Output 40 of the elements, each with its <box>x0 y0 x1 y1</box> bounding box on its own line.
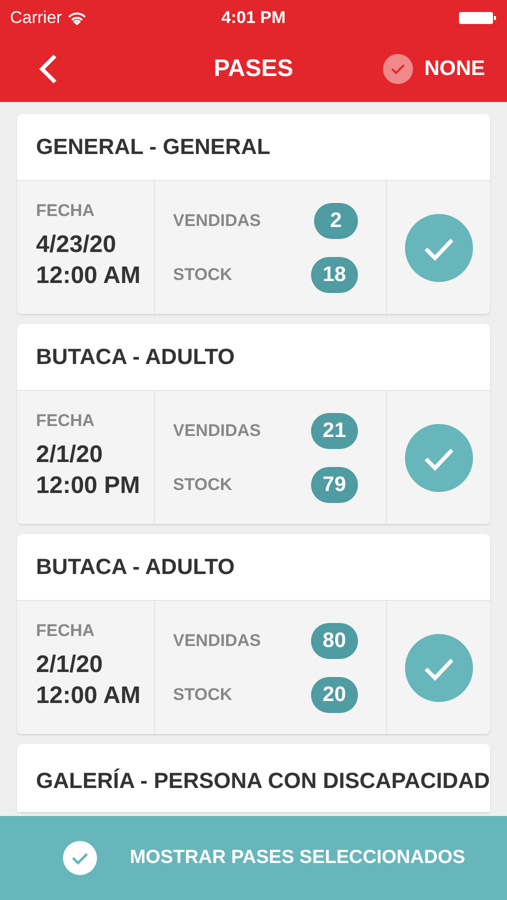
date-label: FECHA <box>36 621 96 641</box>
pass-time: 12:00 AM <box>36 681 142 711</box>
pass-date: 4/23/20 <box>36 230 118 260</box>
date-label: FECHA <box>36 201 96 221</box>
stock-count: 79 <box>310 466 358 502</box>
pass-date: 2/1/20 <box>36 650 104 680</box>
stock-count: 18 <box>310 256 358 292</box>
check-icon <box>62 840 98 876</box>
stock-label: STOCK <box>173 684 232 704</box>
battery-icon <box>459 11 497 25</box>
sold-count: 21 <box>310 412 358 448</box>
pass-card[interactable]: GENERAL - GENERAL FECHA 4/23/20 12:00 AM VENDIDAS 2 STOCK 18 <box>17 114 490 314</box>
pass-card[interactable]: BUTACA - ADULTO FECHA 2/1/20 12:00 AM VENDIDAS 80 STOCK 20 <box>17 534 490 734</box>
stock-count: 20 <box>310 676 358 712</box>
screen-title: PASES <box>214 55 294 83</box>
date-label: FECHA <box>36 411 96 431</box>
pass-time: 12:00 PM <box>36 471 142 501</box>
check-icon[interactable] <box>404 632 474 702</box>
pass-card[interactable]: GALERÍA - PERSONA CON DISCAPACIDAD <box>17 744 490 812</box>
sold-label: VENDIDAS <box>173 630 261 650</box>
pass-card[interactable]: BUTACA - ADULTO FECHA 2/1/20 12:00 PM VENDIDAS 21 STOCK 79 <box>17 324 490 524</box>
pass-time: 12:00 AM <box>36 261 142 291</box>
stock-label: STOCK <box>173 474 232 494</box>
carrier-label: Carrier <box>10 8 62 28</box>
pass-title: BUTACA - ADULTO <box>35 343 236 371</box>
pass-title: GENERAL - GENERAL <box>35 133 272 161</box>
sold-label: VENDIDAS <box>173 420 261 440</box>
sold-count: 2 <box>314 202 358 238</box>
stock-label: STOCK <box>173 264 232 284</box>
check-icon[interactable] <box>404 212 474 282</box>
sold-count: 80 <box>310 622 358 658</box>
pass-title: BUTACA - ADULTO <box>35 553 236 581</box>
status-time: 4:01 PM <box>221 8 286 28</box>
select-none-button[interactable]: NONE <box>382 53 485 85</box>
back-icon[interactable] <box>38 53 58 85</box>
check-icon[interactable] <box>404 422 474 492</box>
sold-label: VENDIDAS <box>173 210 261 230</box>
pass-date: 2/1/20 <box>36 440 104 470</box>
wifi-icon <box>68 12 86 24</box>
pass-title: GALERÍA - PERSONA CON DISCAPACIDAD <box>35 768 490 794</box>
